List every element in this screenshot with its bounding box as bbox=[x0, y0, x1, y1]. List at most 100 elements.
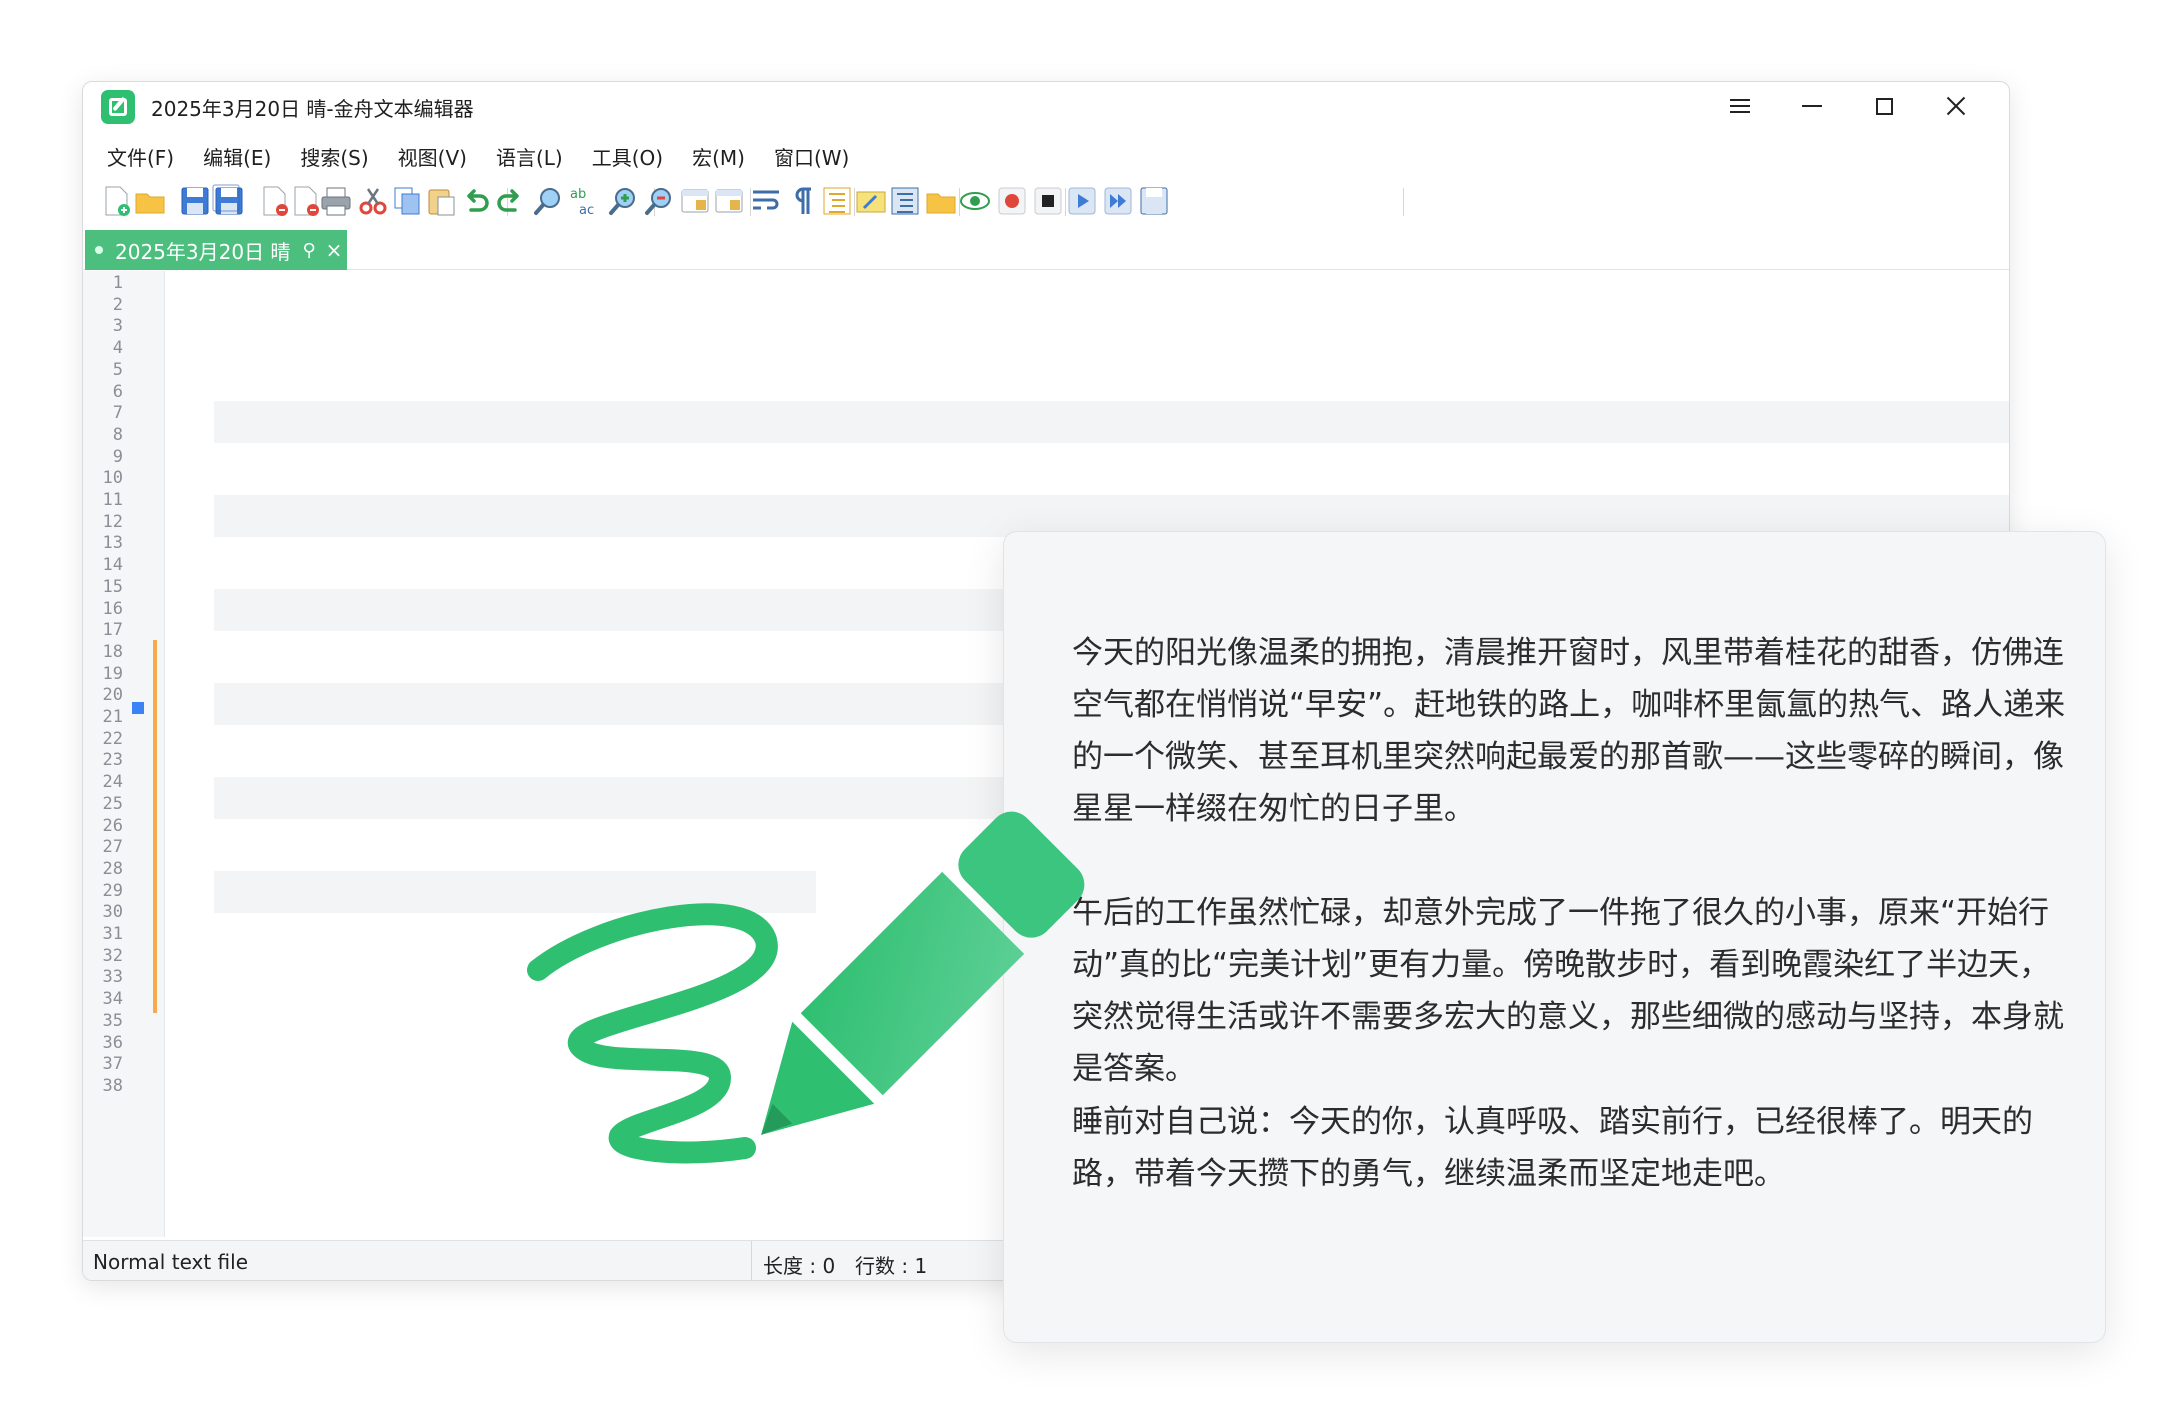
close-icon bbox=[1946, 96, 1966, 116]
line-number: 1 bbox=[112, 273, 123, 293]
toolbar-separator bbox=[1403, 188, 1404, 216]
zoom-out-icon[interactable] bbox=[642, 184, 676, 218]
line-number: 9 bbox=[112, 446, 123, 467]
svg-text:ab: ab bbox=[570, 187, 586, 202]
menu-window[interactable]: 窗口(W) bbox=[760, 136, 864, 172]
menu-icon[interactable] bbox=[1711, 86, 1769, 126]
line-number: 25 bbox=[102, 793, 123, 814]
line-number: 29 bbox=[102, 880, 123, 901]
line-count-status: 行数 : 1 bbox=[855, 1254, 928, 1278]
minimize-button[interactable] bbox=[1783, 86, 1841, 126]
menu-bar: 文件(F) 编辑(E) 搜索(S) 视图(V) 语言(L) 工具(O) 宏(M)… bbox=[83, 136, 864, 172]
close-all-icon[interactable] bbox=[288, 184, 322, 218]
pin-icon[interactable]: ⚲ bbox=[302, 240, 315, 261]
toolbar: ab ac bbox=[83, 176, 2009, 226]
length-status: 长度 : 0 bbox=[763, 1254, 836, 1278]
paste-icon[interactable] bbox=[424, 184, 458, 218]
close-window-button[interactable] bbox=[1927, 86, 1985, 126]
close-file-icon[interactable] bbox=[257, 184, 291, 218]
note-paragraph: 午后的工作虽然忙碌，却意外完成了一件拖了很久的小事，原来“开始行动”真的比“完美… bbox=[1072, 895, 2064, 1087]
redo-icon[interactable] bbox=[493, 184, 527, 218]
line-number: 26 bbox=[102, 815, 123, 836]
maximize-button[interactable] bbox=[1855, 86, 1913, 126]
undo-icon[interactable] bbox=[459, 184, 493, 218]
line-number: 17 bbox=[102, 620, 123, 641]
document-map-icon[interactable] bbox=[888, 184, 922, 218]
macro-stop-icon[interactable] bbox=[1031, 184, 1065, 218]
line-number: 15 bbox=[102, 576, 123, 597]
line-number: 5 bbox=[112, 359, 123, 380]
line-number: 35 bbox=[102, 1010, 123, 1031]
show-all-chars-icon[interactable] bbox=[783, 184, 817, 218]
menu-file[interactable]: 文件(F) bbox=[93, 136, 189, 172]
line-number: 28 bbox=[102, 858, 123, 879]
tab-label: 2025年3月20日 晴 bbox=[115, 239, 291, 264]
svg-text:ac: ac bbox=[579, 203, 594, 218]
line-number: 7 bbox=[112, 403, 123, 424]
word-wrap-icon[interactable] bbox=[749, 184, 783, 218]
line-number: 11 bbox=[102, 490, 123, 510]
new-file-icon[interactable] bbox=[99, 184, 133, 218]
note-preview-card: 今天的阳光像温柔的拥抱，清晨推开窗时，风里带着桂花的甜香，仿佛连空气都在悄悄说“… bbox=[1003, 531, 2106, 1343]
line-number: 6 bbox=[112, 381, 123, 402]
line-number: 38 bbox=[102, 1075, 123, 1096]
line-number: 19 bbox=[102, 663, 123, 684]
bookmark-marker-icon[interactable] bbox=[132, 702, 144, 714]
line-number: 3 bbox=[112, 316, 123, 337]
line-number: 36 bbox=[102, 1032, 123, 1053]
macro-record-icon[interactable] bbox=[995, 184, 1029, 218]
app-logo-icon bbox=[101, 90, 135, 124]
line-number: 10 bbox=[102, 468, 123, 489]
tab-strip: 2025年3月20日 晴 ⚲ × bbox=[83, 230, 2009, 270]
line-number: 12 bbox=[102, 511, 123, 532]
sync-vertical-icon[interactable] bbox=[678, 184, 712, 218]
screen: 2025年3月20日 晴-金舟文本编辑器 文件(F) 编辑(E) 搜索(S) 视… bbox=[0, 0, 2166, 1406]
macro-save-icon[interactable] bbox=[1137, 184, 1171, 218]
line-number: 14 bbox=[102, 555, 123, 576]
menu-language[interactable]: 语言(L) bbox=[482, 136, 578, 172]
note-paragraph: 睡前对自己说：今天的你，认真呼吸、踏实前行，已经很棒了。明天的路，带着今天攒下的… bbox=[1072, 1104, 2033, 1192]
line-number: 4 bbox=[112, 338, 123, 359]
line-number: 13 bbox=[102, 533, 123, 554]
line-number: 30 bbox=[102, 902, 123, 923]
zoom-in-icon[interactable] bbox=[606, 184, 640, 218]
title-bar: 2025年3月20日 晴-金舟文本编辑器 bbox=[83, 82, 2009, 128]
line-number: 33 bbox=[102, 967, 123, 988]
window-title: 2025年3月20日 晴-金舟文本编辑器 bbox=[151, 97, 474, 121]
menu-edit[interactable]: 编辑(E) bbox=[189, 136, 286, 172]
change-history-bar bbox=[153, 640, 157, 1013]
menu-tools[interactable]: 工具(O) bbox=[578, 136, 678, 172]
print-icon[interactable] bbox=[319, 184, 353, 218]
line-number: 32 bbox=[102, 945, 123, 966]
indent-guide-icon[interactable] bbox=[820, 184, 854, 218]
line-number: 22 bbox=[102, 728, 123, 749]
macro-run-multiple-icon[interactable] bbox=[1101, 184, 1135, 218]
folder-workspace-icon[interactable] bbox=[924, 184, 958, 218]
close-tab-icon[interactable]: × bbox=[326, 238, 343, 262]
save-icon[interactable] bbox=[178, 184, 212, 218]
copy-icon[interactable] bbox=[390, 184, 424, 218]
save-all-icon[interactable] bbox=[212, 184, 246, 218]
line-number-gutter[interactable]: 1 2 3 4 5 6 7 8 9 10 11 12 13 14 15 16 17 18 19 20 21 22 23 24 2… bbox=[83, 271, 165, 1237]
replace-icon[interactable]: ab ac bbox=[567, 184, 601, 218]
note-paragraph: 今天的阳光像温柔的拥抱，清晨推开窗时，风里带着桂花的甜香，仿佛连空气都在悄悄说“… bbox=[1072, 635, 2066, 827]
line-number: 8 bbox=[112, 424, 123, 445]
menu-search[interactable]: 搜索(S) bbox=[286, 136, 383, 172]
macro-play-icon[interactable] bbox=[1065, 184, 1099, 218]
line-number: 24 bbox=[102, 772, 123, 793]
open-folder-icon[interactable] bbox=[133, 184, 167, 218]
monitoring-eye-icon[interactable] bbox=[958, 184, 992, 218]
line-number: 34 bbox=[102, 989, 123, 1010]
line-number: 16 bbox=[102, 598, 123, 619]
menu-view[interactable]: 视图(V) bbox=[384, 136, 482, 172]
menu-macro[interactable]: 宏(M) bbox=[678, 136, 760, 172]
language-define-icon[interactable] bbox=[854, 184, 888, 218]
line-number: 31 bbox=[102, 924, 123, 944]
find-icon[interactable] bbox=[531, 184, 565, 218]
file-type-status: Normal text file bbox=[93, 1250, 249, 1274]
sync-horizontal-icon[interactable] bbox=[712, 184, 746, 218]
saved-status-dot bbox=[95, 246, 103, 254]
cut-icon[interactable] bbox=[356, 184, 390, 218]
line-number: 20 bbox=[102, 685, 123, 706]
tab-document[interactable]: 2025年3月20日 晴 ⚲ × bbox=[85, 230, 347, 270]
